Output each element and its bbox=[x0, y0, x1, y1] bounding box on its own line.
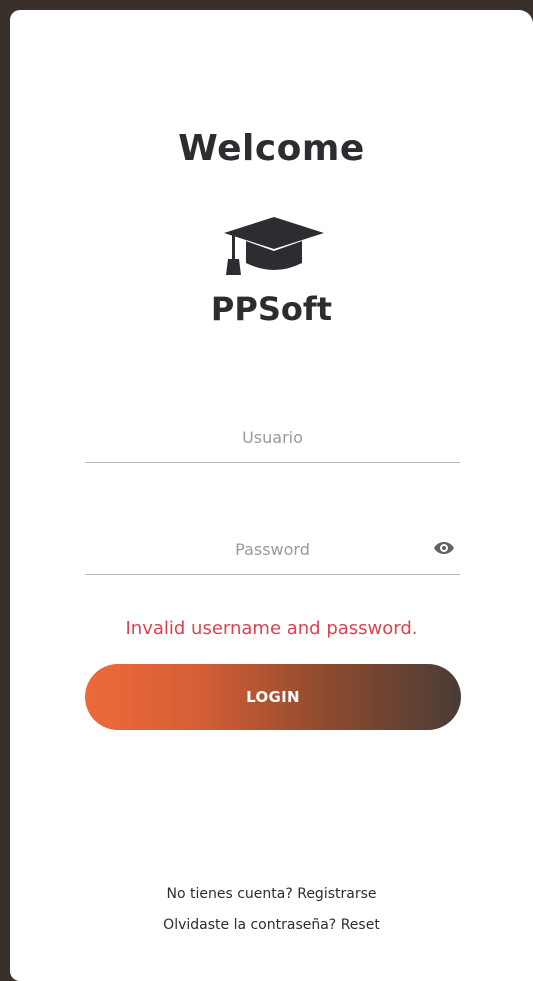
error-message: Invalid username and password. bbox=[125, 618, 418, 639]
reset-prompt: Olvidaste la contraseña? bbox=[163, 917, 337, 933]
register-link[interactable]: Registrarse bbox=[297, 886, 376, 902]
brand-name: PPSoft bbox=[210, 290, 333, 328]
login-button[interactable]: LOGIN bbox=[85, 664, 461, 730]
eye-icon[interactable] bbox=[432, 536, 456, 560]
page-title: Welcome bbox=[178, 128, 365, 169]
reset-line: Olvidaste la contraseña? Reset bbox=[10, 917, 533, 933]
password-input[interactable] bbox=[85, 524, 460, 574]
username-field bbox=[85, 412, 460, 463]
graduation-cap-icon bbox=[224, 217, 324, 275]
register-prompt: No tienes cuenta? bbox=[166, 886, 293, 902]
reset-link[interactable]: Reset bbox=[341, 917, 380, 933]
password-field bbox=[85, 524, 460, 575]
login-card: Welcome PPSoft Invalid username and pass… bbox=[10, 10, 533, 981]
username-input[interactable] bbox=[85, 412, 460, 462]
register-line: No tienes cuenta? Registrarse bbox=[10, 886, 533, 902]
